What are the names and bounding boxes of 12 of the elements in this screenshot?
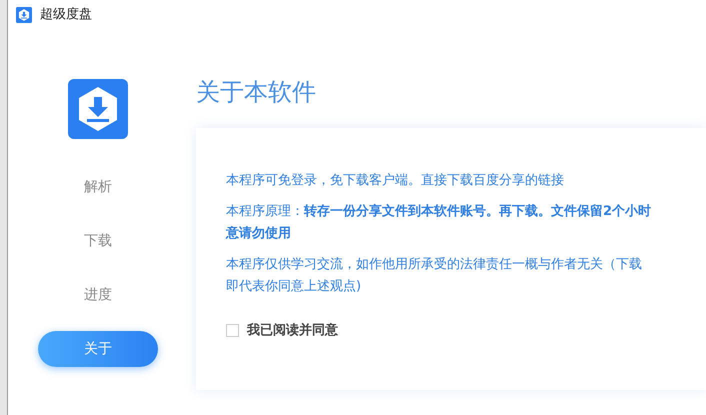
agree-checkbox[interactable]: 我已阅读并同意 <box>226 321 338 340</box>
info-paragraph: 本程序仅供学习交流，如作他用所承受的法律责任一概与作者无关（下载 即代表你同意上述观点) <box>226 256 643 296</box>
nav-item[interactable]: 下载 <box>38 223 158 259</box>
info-paragraph: 本程序可免登录，免下载客户端。直接下载百度分享的链接 <box>226 172 565 190</box>
nav-item[interactable]: 解析 <box>38 169 158 205</box>
app-logo-icon <box>16 7 32 23</box>
download-logo-icon <box>68 79 128 139</box>
nav-item[interactable]: 进度 <box>38 277 158 313</box>
window-title: 超级度盘 <box>40 6 92 24</box>
page-title: 关于本软件 <box>196 77 317 108</box>
nav-item[interactable]: 关于 <box>38 331 158 367</box>
info-paragraph: 本程序原理：转存一份分享文件到本软件账号。再下载。文件保留2个小时 意请勿使用 <box>226 202 652 243</box>
